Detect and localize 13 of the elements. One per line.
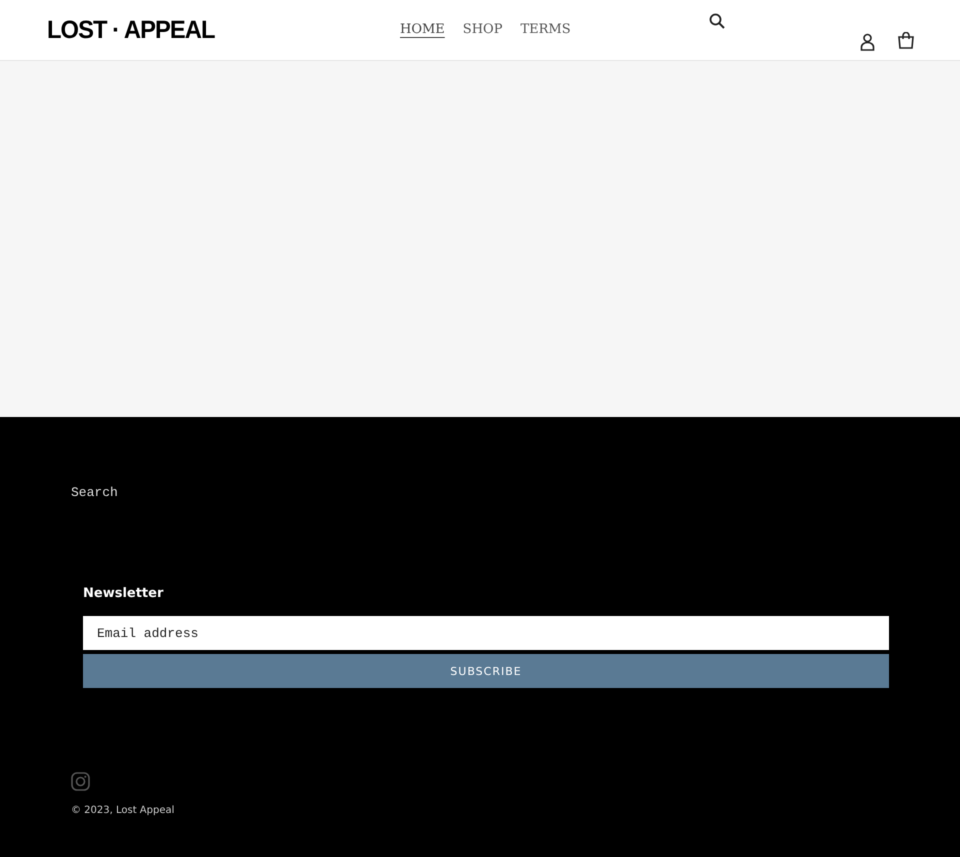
bag-icon[interactable] xyxy=(898,32,914,49)
logo[interactable]: LOST · APPEAL xyxy=(47,16,294,44)
instagram-icon[interactable] xyxy=(71,772,90,791)
nav-link[interactable]: HOME xyxy=(400,22,445,38)
newsletter-title: Newsletter xyxy=(83,586,164,601)
search-icon[interactable] xyxy=(709,13,725,29)
copyright-text: © 2023, Lost Appeal xyxy=(71,805,174,816)
email-field[interactable]: Email address xyxy=(83,616,889,650)
nav-link[interactable]: TERMS xyxy=(520,22,571,38)
subscribe-button[interactable]: SUBSCRIBE xyxy=(83,654,889,688)
nav-link[interactable]: SHOP xyxy=(462,22,502,38)
account-icon[interactable] xyxy=(860,33,875,51)
footer-link[interactable]: Search xyxy=(71,485,118,500)
